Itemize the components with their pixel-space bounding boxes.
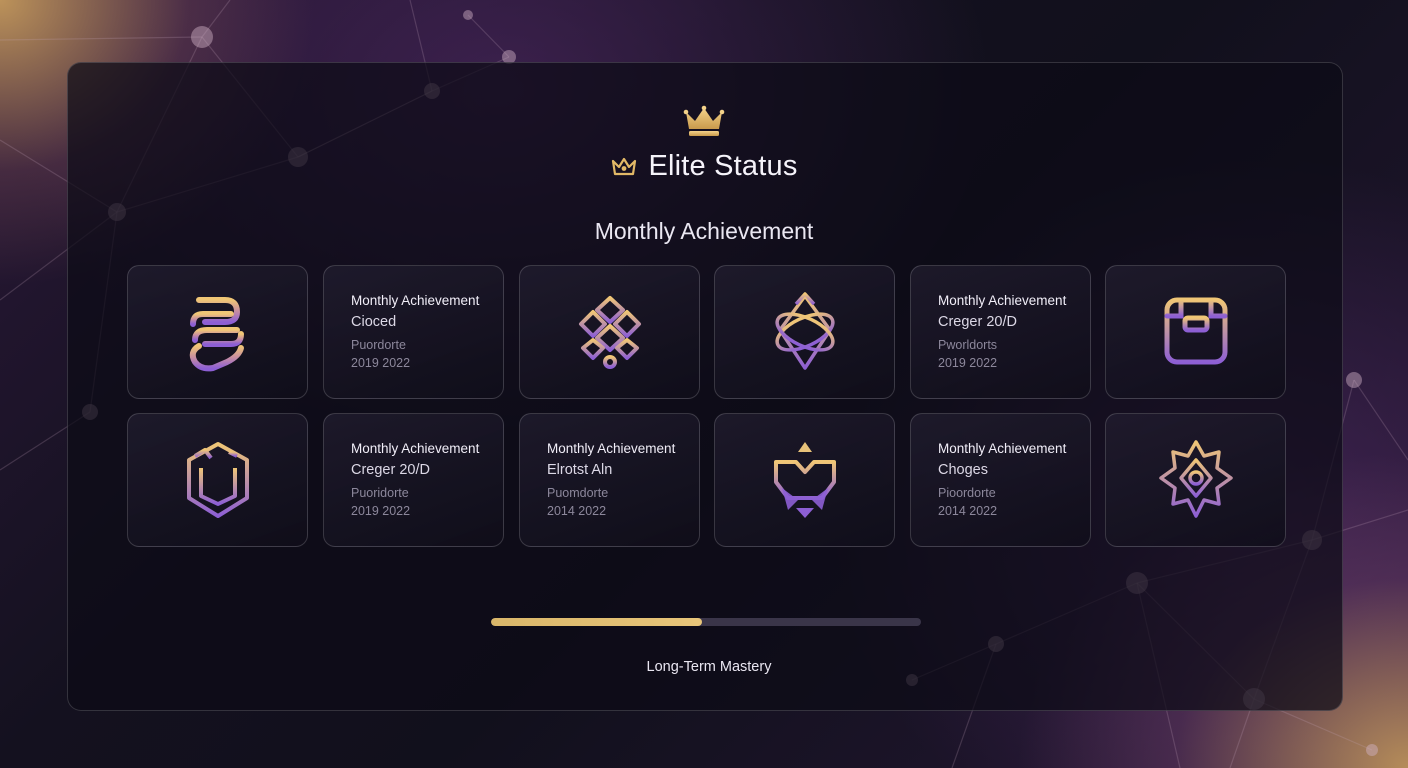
mastery-progress-bar: [491, 618, 921, 626]
card-name: Cioced: [351, 314, 397, 330]
mastery-progress-fill: [491, 618, 702, 626]
achievement-card[interactable]: [714, 265, 895, 399]
card-name: Creger 20/D: [351, 462, 430, 478]
chain-link-badge-icon: [189, 297, 244, 372]
card-title: Monthly Achievement: [938, 293, 1067, 308]
achievement-card[interactable]: [519, 265, 700, 399]
card-title: Monthly Achievement: [938, 441, 1067, 456]
page-subtitle: Monthly Achievement: [594, 218, 814, 244]
page-title: Elite Status: [648, 150, 798, 182]
card-date: 2019 2022: [351, 356, 411, 370]
card-label: Pioordorte: [938, 486, 996, 500]
card-date: 2019 2022: [938, 356, 998, 370]
card-label: Pworldorts: [938, 338, 998, 352]
square-frame-badge-icon: [1164, 297, 1227, 365]
title-row: Elite Status: [0, 150, 1408, 183]
achievement-card[interactable]: [127, 265, 308, 399]
card-label: Puordorte: [351, 338, 406, 352]
achievement-card[interactable]: [714, 413, 895, 547]
card-name: Elrotst Aln: [547, 462, 613, 478]
achievement-card[interactable]: Monthly Achievement Choges Pioordorte 20…: [910, 413, 1091, 547]
card-label: Puoridorte: [351, 486, 409, 500]
hexagon-shield-badge-icon: [186, 442, 249, 518]
crown-outline-icon: [612, 157, 637, 175]
card-date: 2019 2022: [351, 504, 411, 518]
card-date: 2014 2022: [547, 504, 607, 518]
card-name: Choges: [938, 462, 988, 478]
card-date: 2014 2022: [938, 504, 998, 518]
achievement-card[interactable]: Monthly Achievement Elrotst Aln Puomdort…: [519, 413, 700, 547]
card-title: Monthly Achievement: [351, 441, 480, 456]
achievement-card[interactable]: [1105, 413, 1286, 547]
card-label: Puomdorte: [547, 486, 609, 500]
app-background: Elite Status Monthly Achievement Monthly…: [0, 0, 1408, 768]
achievement-card[interactable]: Monthly Achievement Cioced Puordorte 201…: [323, 265, 504, 399]
knot-badge-icon: [578, 296, 641, 369]
card-name: Creger 20/D: [938, 314, 1017, 330]
orbit-diamond-badge-icon: [774, 292, 835, 370]
mastery-progress-label: Long-Term Mastery: [646, 659, 772, 675]
card-title: Monthly Achievement: [547, 441, 676, 456]
crown-icon: [683, 105, 725, 136]
crown-star-badge-icon: [773, 442, 836, 518]
achievement-card[interactable]: [1105, 265, 1286, 399]
star-burst-badge-icon: [1158, 440, 1233, 518]
achievement-card[interactable]: [127, 413, 308, 547]
card-title: Monthly Achievement: [351, 293, 480, 308]
achievement-card[interactable]: Monthly Achievement Creger 20/D Puoridor…: [323, 413, 504, 547]
achievement-card[interactable]: Monthly Achievement Creger 20/D Pworldor…: [910, 265, 1091, 399]
